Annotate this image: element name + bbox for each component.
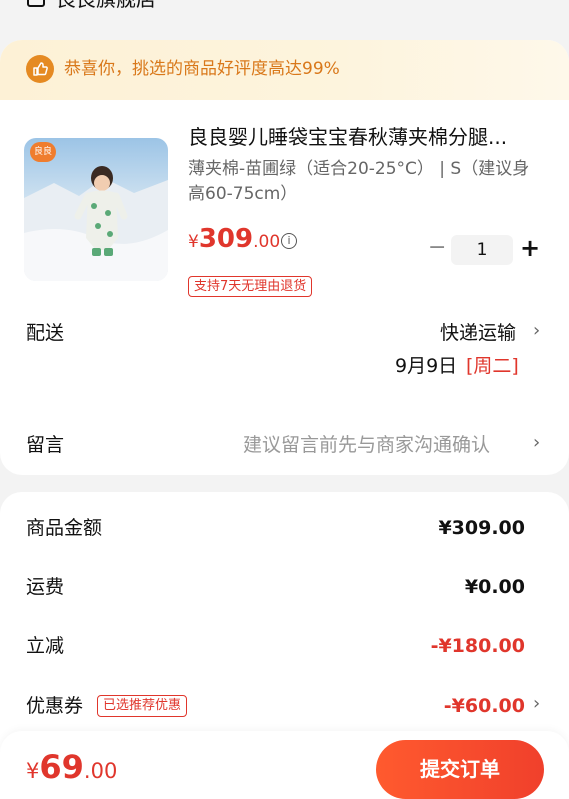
chevron-right-icon[interactable]: ›: [533, 691, 540, 717]
total-decimal: .00: [83, 759, 118, 783]
shipping-value: ¥0.00: [464, 576, 525, 598]
coupon-label: 优惠券: [26, 695, 84, 717]
chevron-right-icon[interactable]: ›: [533, 318, 540, 344]
return-policy-tag: 支持7天无理由退货: [188, 276, 313, 297]
price-decimal: .00: [253, 232, 281, 252]
subtotal-label: 商品金额: [26, 517, 103, 539]
quantity-input[interactable]: 1: [451, 235, 513, 265]
product-price: ¥309.00: [188, 224, 280, 254]
note-input[interactable]: 建议留言前先与商家沟通确认: [243, 432, 490, 458]
info-icon[interactable]: i: [281, 233, 297, 249]
store-icon: [26, 0, 46, 8]
product-title[interactable]: 良良婴儿睡袋宝宝春秋薄夹棉分腿...: [188, 124, 548, 150]
delivery-date: 9月9日: [395, 355, 458, 377]
store-name[interactable]: 良良旗舰店: [56, 0, 156, 12]
delivery-label: 配送: [26, 322, 65, 344]
subtotal-value: ¥309.00: [438, 517, 525, 539]
submit-order-button[interactable]: 提交订单: [376, 740, 544, 799]
delivery-weekday: [周二]: [466, 355, 519, 377]
price-currency: ¥: [188, 232, 199, 252]
coupon-value[interactable]: -¥60.00: [444, 693, 525, 719]
rating-banner-text: 恭喜你，挑选的商品好评度高达99%: [64, 59, 340, 79]
decrease-quantity-button[interactable]: −: [428, 237, 446, 259]
total-integer: 69: [39, 748, 84, 786]
discount-label: 立减: [26, 635, 65, 657]
discount-value: -¥180.00: [430, 635, 525, 657]
price-integer: 309: [198, 224, 254, 254]
total-currency: ¥: [26, 759, 40, 783]
brand-badge: 良良: [30, 142, 56, 162]
thumbs-up-icon: [26, 55, 54, 83]
note-label: 留言: [26, 434, 65, 456]
increase-quantity-button[interactable]: +: [520, 236, 540, 260]
chevron-right-icon[interactable]: ›: [533, 430, 540, 456]
product-spec[interactable]: 薄夹棉-苗圃绿（适合20-25°C） | S（建议身高60-75cm）: [188, 157, 544, 207]
total-price: ¥69.00: [26, 748, 117, 786]
coupon-tag: 已选推荐优惠: [97, 695, 188, 717]
delivery-method[interactable]: 快递运输: [440, 320, 516, 346]
shipping-label: 运费: [26, 576, 65, 598]
